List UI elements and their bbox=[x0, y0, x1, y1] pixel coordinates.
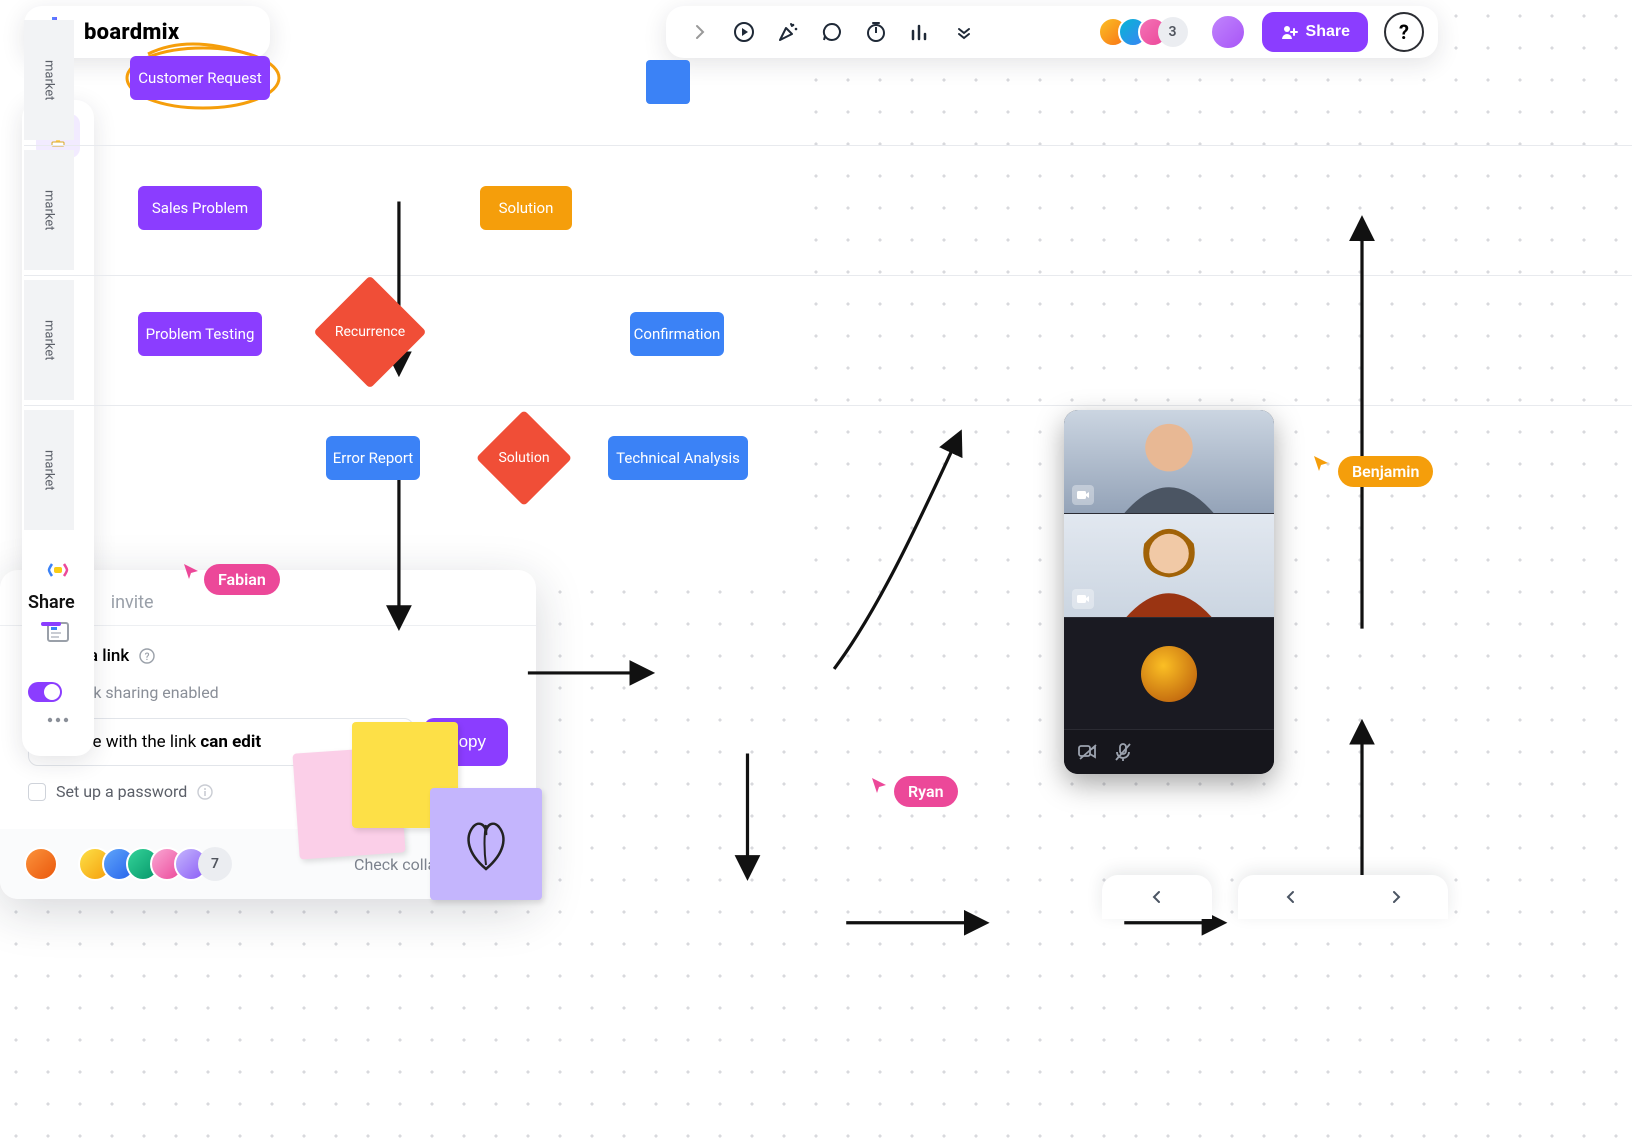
svg-text:?: ? bbox=[145, 652, 150, 663]
video-call-widget[interactable] bbox=[1064, 410, 1274, 774]
bottom-bar-left[interactable] bbox=[1102, 875, 1212, 919]
cursor-ryan: Ryan bbox=[870, 762, 958, 807]
swimlane-4: market bbox=[24, 410, 74, 530]
node-confirmation[interactable]: Confirmation bbox=[630, 312, 724, 356]
current-user-avatar[interactable] bbox=[1210, 14, 1246, 50]
help-button[interactable]: ? bbox=[1384, 12, 1424, 52]
camera-icon bbox=[1072, 485, 1094, 505]
presence-overflow-count[interactable]: 3 bbox=[1158, 17, 1188, 47]
link-sharing-label: Link sharing enabled bbox=[72, 683, 219, 702]
chevron-left-icon[interactable] bbox=[1284, 890, 1298, 904]
video-tile-3[interactable] bbox=[1064, 618, 1274, 730]
swimlane-3: market bbox=[24, 280, 74, 400]
confetti-icon[interactable] bbox=[768, 12, 808, 52]
share-user-plus-icon bbox=[1280, 23, 1298, 41]
swimlane-1: market bbox=[24, 20, 74, 140]
password-checkbox[interactable] bbox=[28, 783, 46, 801]
sticky-lilac[interactable] bbox=[430, 788, 542, 900]
info-icon[interactable]: ? bbox=[139, 648, 155, 664]
node-solution[interactable]: Solution bbox=[480, 186, 572, 230]
node-customer-request[interactable]: Customer Request bbox=[130, 56, 270, 100]
top-toolbar: 3 Share ? bbox=[666, 6, 1438, 58]
node-solution-decision[interactable]: Solution bbox=[490, 424, 558, 492]
node-technical-analysis[interactable]: Technical Analysis bbox=[608, 436, 748, 480]
mic-off-icon[interactable] bbox=[1114, 742, 1132, 762]
heart-sketch-icon bbox=[459, 813, 513, 875]
share-button[interactable]: Share bbox=[1262, 12, 1368, 52]
camera-off-icon[interactable] bbox=[1078, 743, 1098, 761]
info-icon[interactable] bbox=[197, 784, 213, 800]
node-blue-top[interactable] bbox=[646, 60, 690, 104]
node-recurrence[interactable]: Recurrence bbox=[330, 292, 410, 372]
camera-icon bbox=[1072, 589, 1094, 609]
comment-icon[interactable] bbox=[812, 12, 852, 52]
tool-more[interactable] bbox=[36, 698, 80, 742]
timer-icon[interactable] bbox=[856, 12, 896, 52]
tool-mindmap[interactable] bbox=[36, 548, 80, 592]
password-label: Set up a password bbox=[56, 782, 187, 801]
tab-share[interactable]: Share bbox=[28, 592, 75, 625]
more-double-chevron-icon[interactable] bbox=[944, 12, 984, 52]
canvas-board[interactable]: market market market market Customer Req… bbox=[0, 0, 810, 570]
cursor-fabian: Fabian bbox=[182, 546, 280, 595]
swimlane-2: market bbox=[24, 150, 74, 270]
tab-invite[interactable]: invite bbox=[111, 592, 154, 625]
node-error-report[interactable]: Error Report bbox=[326, 436, 420, 480]
chevron-right-icon[interactable] bbox=[680, 12, 720, 52]
cursor-benjamin: Benjamin bbox=[1312, 438, 1433, 487]
video-tile-2[interactable] bbox=[1064, 514, 1274, 618]
play-icon[interactable] bbox=[724, 12, 764, 52]
video-tile-1[interactable] bbox=[1064, 410, 1274, 514]
video-controls bbox=[1064, 730, 1274, 774]
link-sharing-toggle[interactable] bbox=[28, 682, 62, 702]
presence-avatars[interactable]: 3 bbox=[1098, 17, 1188, 47]
chevron-right-icon[interactable] bbox=[1389, 890, 1403, 904]
chevron-left-icon[interactable] bbox=[1150, 890, 1164, 904]
bottom-bar-right[interactable] bbox=[1238, 875, 1448, 919]
node-problem-testing[interactable]: Problem Testing bbox=[138, 312, 262, 356]
poll-icon[interactable] bbox=[900, 12, 940, 52]
collab-overflow-count: 7 bbox=[198, 847, 232, 881]
node-sales-problem[interactable]: Sales Problem bbox=[138, 186, 262, 230]
